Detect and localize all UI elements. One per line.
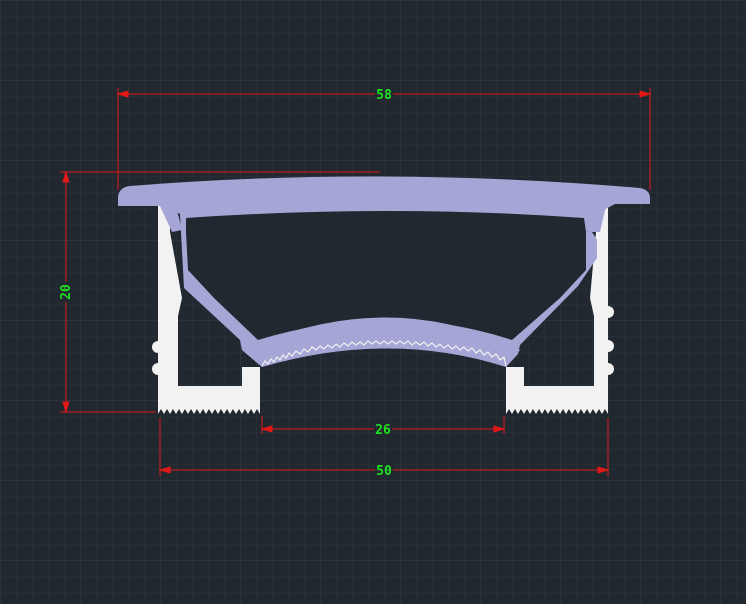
right-bump-lower [602, 363, 614, 375]
left-base-teeth [158, 409, 260, 414]
dim-26-label: 26 [375, 423, 391, 438]
right-bump-upper [602, 306, 614, 318]
dim-50-label: 50 [376, 464, 392, 479]
right-bump-middle [602, 340, 614, 352]
left-bump-lower [152, 363, 164, 375]
cad-drawing: 58 20 26 50 [0, 0, 746, 604]
left-bump-upper [152, 341, 164, 353]
dim-20-label: 20 [59, 284, 74, 300]
right-base-teeth [506, 409, 608, 414]
dim-58-label: 58 [376, 88, 392, 103]
